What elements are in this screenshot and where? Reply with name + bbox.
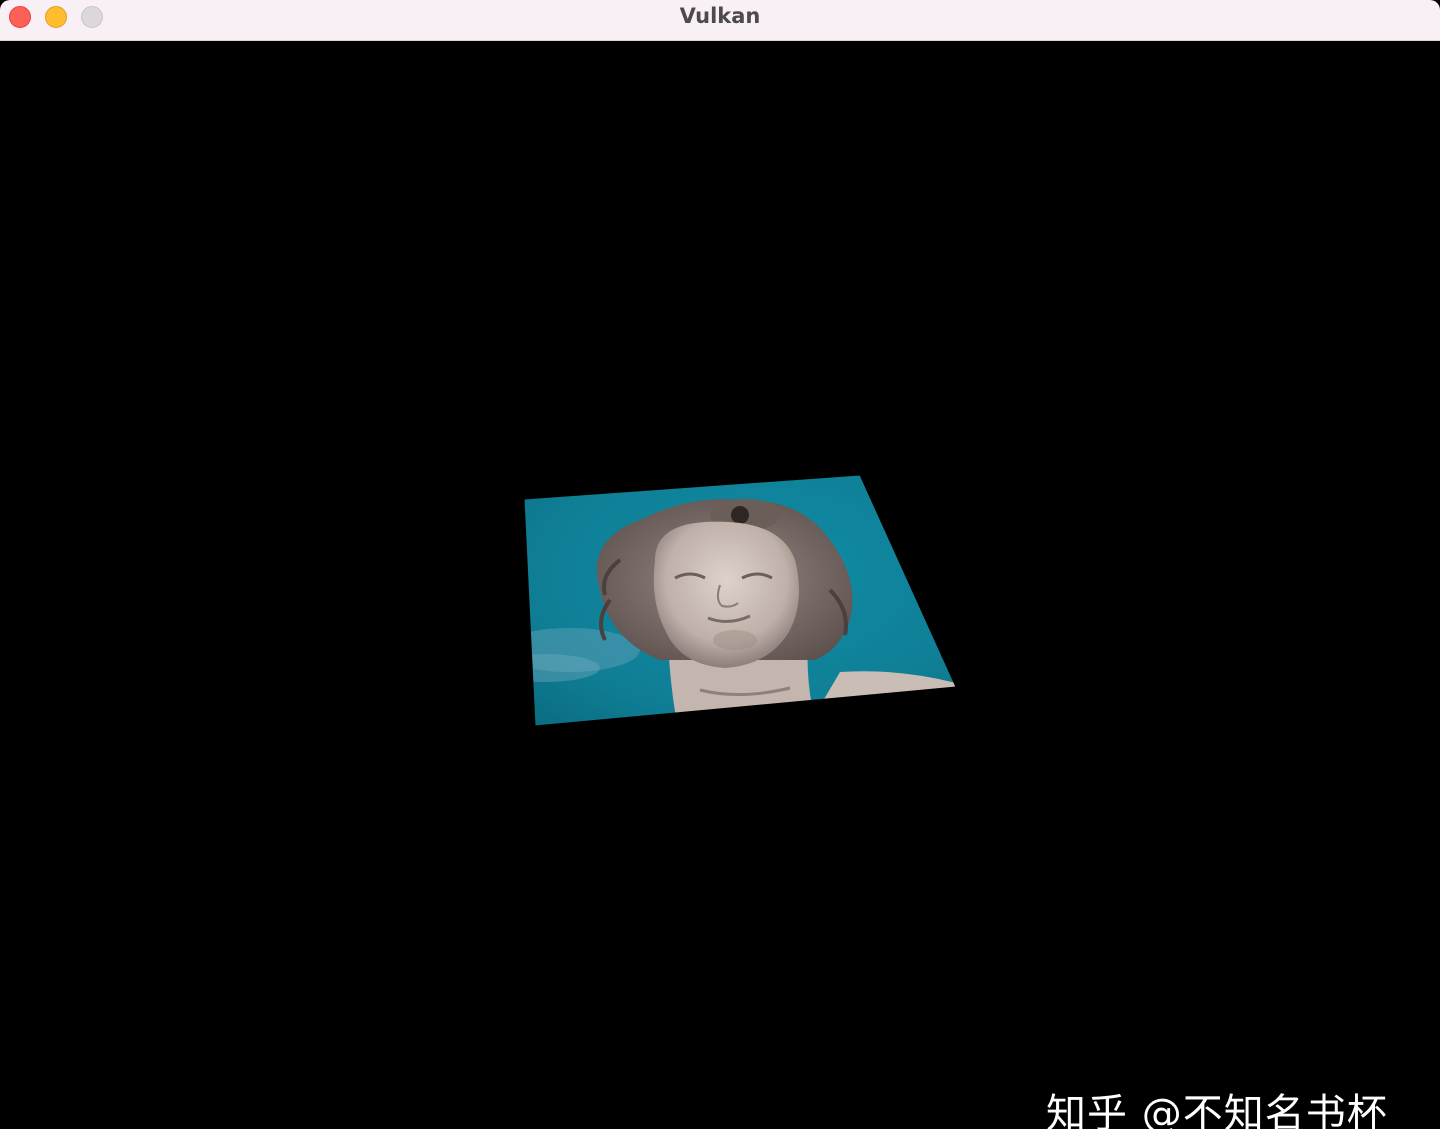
title-bar[interactable]: Vulkan (0, 0, 1440, 41)
chin-shadow (713, 630, 757, 650)
crown-ornament (731, 506, 749, 524)
window-title: Vulkan (679, 4, 761, 28)
vulkan-render-viewport[interactable]: 知乎 @不知名书杯 (0, 41, 1440, 1129)
cloud (524, 654, 600, 682)
textured-quad (524, 475, 956, 726)
watermark-text: 知乎 @不知名书杯 (1046, 1091, 1388, 1129)
rendered-scene (523, 474, 957, 727)
app-window: Vulkan 知乎 @不知名书杯 (0, 0, 1440, 1129)
